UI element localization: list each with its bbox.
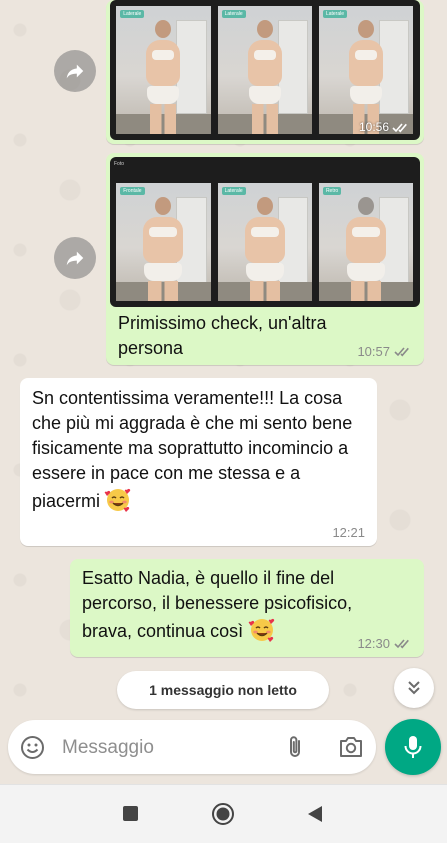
photo-tag: Laterale	[322, 10, 348, 18]
camera-icon[interactable]	[338, 736, 364, 758]
smiling-face-with-hearts-emoji	[105, 488, 131, 512]
message-meta: 10:56	[359, 120, 410, 134]
message-text: Sn contentissima veramente!!! La cosa ch…	[32, 388, 353, 511]
double-check-icon	[392, 122, 407, 132]
body-check-photo[interactable]: Laterale Laterale Laterale 10:56	[110, 0, 420, 140]
photo-tag: Frontale	[120, 187, 145, 195]
message-text: Esatto Nadia, è quello il fine del perco…	[82, 568, 353, 641]
double-chevron-down-icon	[408, 681, 420, 695]
message-time: 12:21	[332, 525, 365, 540]
image-caption: Primissimo check, un'altra persona	[118, 313, 327, 358]
forward-icon	[66, 251, 84, 266]
photo-tag: Laterale	[221, 187, 246, 195]
photo-panel-back: Retro	[318, 183, 414, 301]
emoji-icon[interactable]	[20, 735, 45, 760]
body-check-photo[interactable]: Foto Frontale Laterale Retro	[110, 157, 420, 307]
triangle-back-icon[interactable]	[307, 805, 323, 823]
photo-tag: Retro	[322, 187, 342, 195]
system-navigation-bar	[0, 784, 447, 843]
outgoing-image-caption-message[interactable]: Foto Frontale Laterale Retro Primissimo …	[106, 153, 424, 365]
photo-panel-side: Laterale	[217, 6, 313, 134]
photo-panel-side: Laterale	[217, 183, 313, 301]
photo-header: Foto	[114, 161, 125, 167]
message-input[interactable]	[60, 732, 274, 764]
message-composer	[8, 720, 376, 774]
message-time: 10:57	[357, 344, 390, 359]
circle-icon[interactable]	[211, 802, 235, 826]
microphone-icon	[404, 736, 422, 758]
message-meta: 12:21	[332, 525, 365, 540]
scroll-to-bottom-button[interactable]	[394, 668, 434, 708]
message-time: 10:56	[358, 120, 389, 134]
photo-panel-side: Laterale	[116, 6, 211, 134]
double-check-icon	[394, 347, 409, 357]
smiling-face-with-hearts-emoji	[248, 618, 274, 642]
photo-tag: Laterale	[120, 10, 145, 18]
photo-panel-side: Laterale	[318, 6, 414, 134]
message-meta: 12:30	[357, 636, 412, 651]
voice-message-button[interactable]	[385, 719, 441, 775]
outgoing-image-message[interactable]: Laterale Laterale Laterale 10:56	[106, 0, 424, 144]
message-body: Esatto Nadia, è quello il fine del perco…	[82, 566, 382, 644]
photo-tag: Laterale	[221, 10, 246, 18]
message-time: 12:30	[357, 636, 390, 651]
message-body: Sn contentissima veramente!!! La cosa ch…	[32, 386, 362, 514]
paperclip-icon[interactable]	[284, 734, 306, 760]
unread-messages-banner[interactable]: 1 messaggio non letto	[117, 671, 329, 709]
incoming-text-message[interactable]: Sn contentissima veramente!!! La cosa ch…	[20, 378, 377, 546]
outgoing-text-message[interactable]: Esatto Nadia, è quello il fine del perco…	[70, 559, 424, 657]
square-icon[interactable]	[123, 806, 138, 821]
double-check-icon	[394, 639, 409, 649]
forward-button[interactable]	[54, 50, 96, 92]
forward-icon	[66, 64, 84, 79]
forward-button[interactable]	[54, 237, 96, 279]
photo-panel-front: Frontale	[116, 183, 211, 301]
unread-messages-label: 1 messaggio non letto	[149, 682, 297, 698]
message-meta: 10:57	[357, 344, 412, 359]
